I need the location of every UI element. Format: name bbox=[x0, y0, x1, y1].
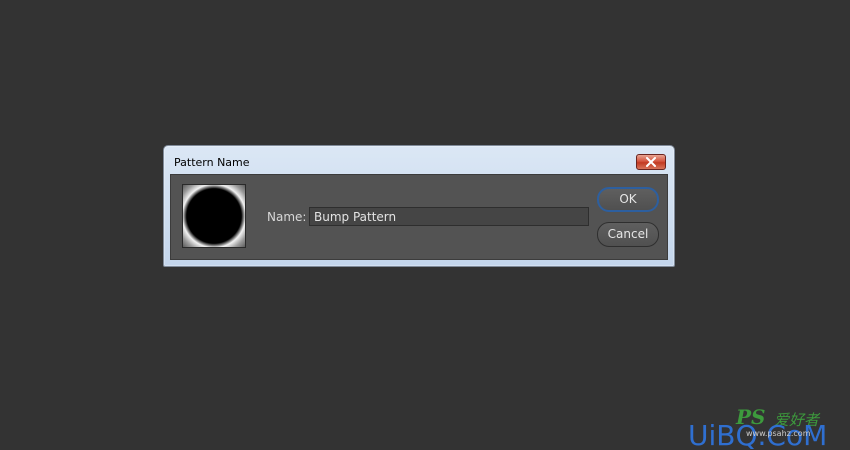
workspace-background: Pattern Name Name: Bump Pattern OK Cance… bbox=[0, 0, 850, 450]
site-watermark: PS 爱好者 UiBQ.CoM www.psahz.com bbox=[688, 405, 848, 450]
name-label: Name: bbox=[267, 210, 307, 224]
cancel-button[interactable]: Cancel bbox=[597, 222, 659, 247]
pattern-thumbnail bbox=[182, 184, 246, 248]
close-button[interactable] bbox=[636, 154, 666, 170]
dialog-client-area: Name: OK Cancel bbox=[170, 174, 668, 260]
watermark-url-text: www.psahz.com bbox=[746, 429, 811, 438]
dialog-title: Pattern Name bbox=[174, 156, 250, 169]
close-x-icon bbox=[646, 157, 656, 167]
pattern-name-dialog: Pattern Name Name: Bump Pattern OK Cance… bbox=[163, 145, 675, 267]
pattern-name-input[interactable] bbox=[309, 207, 589, 226]
bump-pattern-thumbnail bbox=[183, 185, 245, 247]
ok-button[interactable]: OK bbox=[597, 187, 659, 212]
dialog-titlebar[interactable]: Pattern Name bbox=[164, 146, 674, 174]
